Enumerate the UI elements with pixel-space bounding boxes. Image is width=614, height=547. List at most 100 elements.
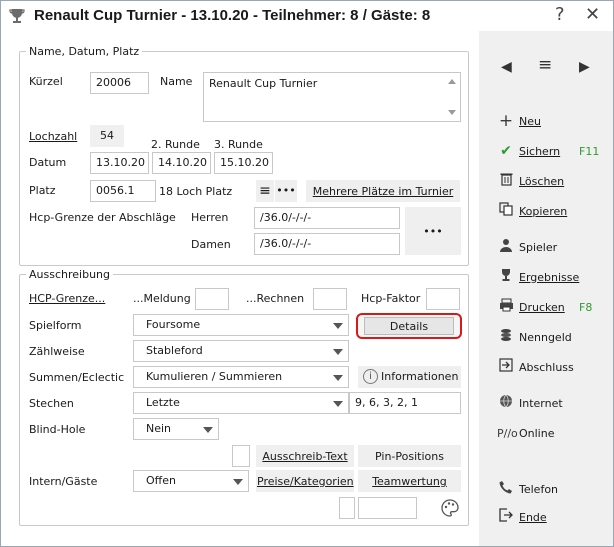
stechen-value: Letzte xyxy=(146,396,180,409)
sidebar-item-abschluss[interactable]: Abschluss xyxy=(497,357,574,377)
phone-icon xyxy=(497,480,515,498)
sidebar-item-drucken[interactable]: Drucken F8 xyxy=(497,297,592,317)
close-icon[interactable]: ✕ xyxy=(585,4,600,25)
datum-label: Datum xyxy=(29,156,67,169)
datum-round2-input[interactable]: 14.10.20 xyxy=(152,152,211,174)
palette-icon[interactable] xyxy=(440,498,460,518)
kuerzel-label: Kürzel xyxy=(29,75,63,88)
drucken-hotkey: F8 xyxy=(579,300,593,314)
sidebar-item-telefon[interactable]: Telefon xyxy=(497,479,558,499)
name-value: Renault Cup Turnier xyxy=(209,77,318,90)
sidebar-item-internet[interactable]: Internet xyxy=(497,393,563,413)
sidebar-item-ergebnisse[interactable]: Ergebnisse xyxy=(497,267,579,287)
extra-input[interactable] xyxy=(358,497,417,519)
name-label: Name xyxy=(160,75,193,88)
chevron-down-icon xyxy=(333,375,343,381)
summen-select[interactable]: Kumulieren / Summieren xyxy=(133,366,349,388)
copy-icon xyxy=(497,202,515,220)
informationen-button[interactable]: i Informationen xyxy=(358,366,461,388)
summen-eclectic-label: Summen/Eclectic xyxy=(29,371,125,384)
trophy-icon xyxy=(497,268,515,286)
more-icon[interactable]: ••• xyxy=(275,180,297,202)
damen-input[interactable]: /36.0/-/-/- xyxy=(254,233,400,255)
sidebar-item-ende[interactable]: Ende xyxy=(497,507,547,527)
scroll-up-icon[interactable] xyxy=(448,79,456,84)
sichern-hotkey: F11 xyxy=(579,144,600,158)
meldung-input[interactable] xyxy=(195,288,229,310)
sidebar-item-loeschen[interactable]: Löschen xyxy=(497,171,564,191)
scroll-down-icon[interactable] xyxy=(448,110,456,115)
globe-icon xyxy=(497,394,515,412)
runde3-label: 3. Runde xyxy=(214,138,263,151)
blind-hole-select[interactable]: Nein xyxy=(133,418,219,440)
stechen-holes-input[interactable]: 9, 6, 3, 2, 1 xyxy=(349,392,461,414)
intern-gaeste-label: Intern/Gäste xyxy=(29,475,98,488)
sidebar-item-kopieren[interactable]: Kopieren xyxy=(497,201,567,221)
name-textarea[interactable]: Renault Cup Turnier xyxy=(203,72,461,122)
next-icon[interactable]: ▶ xyxy=(579,59,590,75)
details-highlight: Details xyxy=(356,313,462,339)
trophy-icon xyxy=(9,9,25,23)
abschlaege-more-button[interactable]: ••• xyxy=(405,207,461,255)
hcp-faktor-input[interactable] xyxy=(426,288,460,310)
sidebar-item-neu[interactable]: + Neu xyxy=(497,111,541,131)
sidebar-item-sichern[interactable]: ✔ Sichern F11 xyxy=(497,141,599,161)
kuerzel-input[interactable]: 20006 xyxy=(90,72,149,94)
sidebar-item-spieler[interactable]: Spieler xyxy=(497,237,557,257)
herren-input[interactable]: /36.0/-/-/- xyxy=(254,207,400,229)
chevron-down-icon xyxy=(233,479,243,485)
plus-icon: + xyxy=(498,111,514,131)
intern-gaeste-select[interactable]: Offen xyxy=(133,470,249,492)
chevron-down-icon xyxy=(333,401,343,407)
help-icon[interactable]: ? xyxy=(555,4,565,25)
hcp-grenze-label: HCP-Grenze... xyxy=(29,292,106,305)
damen-label: Damen xyxy=(191,238,231,251)
printer-icon xyxy=(497,298,515,316)
details-button[interactable]: Details xyxy=(364,317,454,335)
pin-positions-button[interactable]: Pin-Positions xyxy=(358,445,461,467)
blind-hole-label: Blind-Hole xyxy=(29,423,86,436)
chevron-down-icon xyxy=(203,427,213,433)
sidebar-item-nenngeld[interactable]: Nenngeld xyxy=(497,327,572,347)
hcp-faktor-label: Hcp-Faktor xyxy=(361,292,421,305)
platz-label: Platz xyxy=(29,184,56,197)
hcp-grenze-abschlaege-label: Hcp-Grenze der Abschläge xyxy=(29,211,176,224)
datum-round3-input[interactable]: 15.10.20 xyxy=(214,152,273,174)
list-icon[interactable]: ≡ xyxy=(256,180,274,202)
preise-kategorien-button[interactable]: Preise/Kategorien xyxy=(256,470,354,492)
datum-round1-input[interactable]: 13.10.20 xyxy=(90,152,149,174)
coins-icon xyxy=(497,328,515,346)
exit-icon xyxy=(497,508,515,526)
exit-arrow-icon xyxy=(497,358,515,376)
group-legend: Name, Datum, Platz xyxy=(29,45,140,58)
list-icon[interactable]: ≡ xyxy=(538,55,552,75)
informationen-label: Informationen xyxy=(381,370,459,383)
spielform-select[interactable]: Foursome xyxy=(133,314,349,336)
ausschreib-text-checkbox[interactable] xyxy=(232,445,250,467)
platz-input[interactable]: 0056.1 xyxy=(90,180,156,202)
group-legend: Ausschreibung xyxy=(29,268,110,281)
rechnen-input[interactable] xyxy=(313,288,347,310)
zaehlweise-value: Stableford xyxy=(146,344,203,357)
zaehlweise-select[interactable]: Stableford xyxy=(133,340,349,362)
title-bar: Renault Cup Turnier - 13.10.20 - Teilneh… xyxy=(1,1,613,31)
blind-hole-value: Nein xyxy=(146,422,172,435)
teamwertung-button[interactable]: Teamwertung xyxy=(358,470,461,492)
summen-value: Kumulieren / Summieren xyxy=(146,370,283,383)
previous-icon[interactable]: ◀ xyxy=(501,59,512,75)
intern-gaeste-value: Offen xyxy=(146,474,176,487)
chevron-down-icon xyxy=(333,323,343,329)
extra-checkbox[interactable] xyxy=(339,497,355,519)
runde2-label: 2. Runde xyxy=(151,138,200,151)
mehrere-plaetze-button[interactable]: Mehrere Plätze im Turnier xyxy=(306,180,460,202)
sidebar-item-online[interactable]: P//o Online xyxy=(497,423,554,443)
spielform-label: Spielform xyxy=(29,319,82,332)
main-panel: Name, Datum, Platz Kürzel 20006 Name Ren… xyxy=(2,31,479,546)
stechen-select[interactable]: Letzte xyxy=(133,392,349,414)
action-sidebar: ◀ ≡ ▶ + Neu ✔ Sichern F11 Löschen Kopier… xyxy=(479,31,613,546)
online-icon: P//o xyxy=(497,426,518,440)
ausschreib-text-button[interactable]: Ausschreib-Text xyxy=(256,445,354,467)
info-icon: i xyxy=(363,369,378,384)
herren-label: Herren xyxy=(191,211,229,224)
dialog-window: Renault Cup Turnier - 13.10.20 - Teilneh… xyxy=(0,0,614,547)
